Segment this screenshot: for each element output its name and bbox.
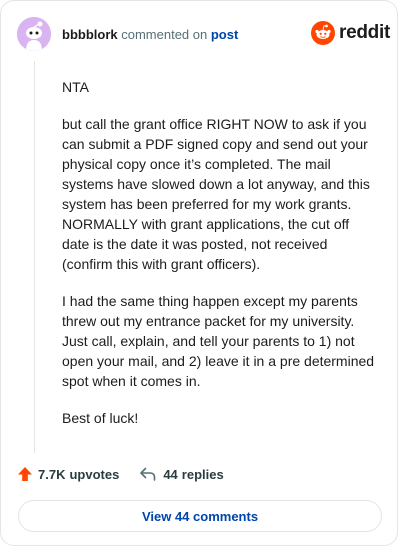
upvote-count: 7.7K (38, 466, 66, 482)
upvote-button[interactable]: 7.7K upvotes (17, 466, 119, 482)
username-link[interactable]: bbbblork (62, 27, 118, 42)
comment-paragraph: but call the grant office RIGHT NOW to a… (62, 116, 370, 272)
reply-button[interactable]: 44 replies (139, 466, 224, 482)
comment-header: bbbblork commented on post (62, 27, 238, 42)
reddit-logo[interactable]: reddit (311, 21, 390, 45)
reply-arrow-icon (140, 467, 156, 481)
upvote-arrow-icon (18, 467, 32, 481)
snoo-avatar-icon (17, 17, 51, 51)
comment-paragraph: I had the same thing happen except my pa… (62, 293, 375, 389)
commented-on-text: commented on (121, 27, 208, 42)
thread-line (34, 61, 35, 453)
reply-label: replies (181, 466, 224, 482)
avatar[interactable] (17, 17, 51, 51)
reddit-logo-icon (311, 21, 335, 45)
comment-actions: 7.7K upvotes 44 replies (17, 466, 224, 482)
upvote-label: upvotes (69, 466, 120, 482)
reply-count: 44 (163, 466, 178, 482)
reddit-wordmark: reddit (339, 22, 390, 43)
comment-body: NTA but call the grant office RIGHT NOW … (62, 77, 380, 445)
comment-paragraph: Best of luck! (62, 410, 139, 426)
comment-card: bbbblork commented on post reddit NTA bu… (0, 0, 398, 546)
comment-paragraph: NTA (62, 79, 89, 95)
view-comments-button[interactable]: View 44 comments (18, 500, 382, 532)
post-link[interactable]: post (211, 27, 238, 42)
